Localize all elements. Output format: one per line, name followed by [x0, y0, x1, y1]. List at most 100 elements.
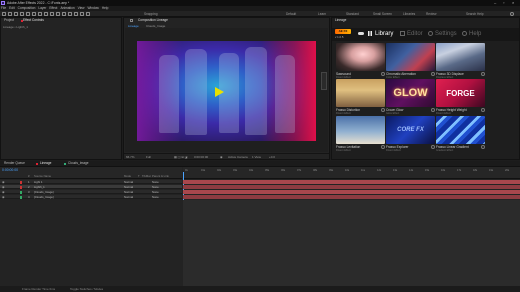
camera-tool-icon[interactable] [32, 12, 36, 16]
editor-icon [400, 31, 405, 36]
ruler-tick-label: 17s [457, 169, 462, 172]
layer-row[interactable]: ◉ 2 Lighth_1 Normal None [0, 185, 182, 189]
viewer-side-collapse[interactable] [321, 72, 327, 90]
download-icon[interactable] [481, 145, 485, 149]
effect-card-chromatic-aberration[interactable] [386, 43, 435, 71]
type-tool-icon[interactable] [56, 12, 60, 16]
pen-tool-icon[interactable] [50, 12, 54, 16]
theme-toggle[interactable] [358, 32, 364, 35]
tab-lineage[interactable]: Lineage [40, 161, 51, 166]
eraser-tool-icon[interactable] [74, 12, 78, 16]
hand-tool-icon[interactable] [14, 12, 18, 16]
effect-card-sawsound[interactable] [336, 43, 385, 71]
tab-library-lineage[interactable]: Lineage [335, 18, 346, 23]
brand-logo: AE FX [335, 29, 351, 34]
download-icon[interactable] [481, 108, 485, 112]
views-select[interactable]: 1 View [252, 154, 261, 160]
layer-track-bar[interactable] [183, 195, 520, 199]
effect-card-frasso-distortion[interactable] [336, 79, 385, 107]
layer-mode[interactable]: Normal [124, 195, 133, 199]
visibility-icon[interactable]: ◉ [2, 195, 4, 199]
shape-tool-icon[interactable] [44, 12, 48, 16]
layer-name[interactable]: Light 1 [34, 180, 42, 184]
camera-icon[interactable]: ◉ [220, 154, 223, 160]
layer-parent[interactable]: None [152, 190, 159, 194]
search-icon[interactable] [510, 12, 514, 16]
help-icon [462, 31, 467, 36]
layer-mode[interactable]: Normal [124, 190, 133, 194]
effect-card-frasso-height-weight[interactable]: FORGE [436, 79, 485, 107]
download-icon[interactable] [431, 145, 435, 149]
visibility-icon[interactable]: ◉ [2, 190, 4, 194]
visibility-icon[interactable]: ◉ [2, 185, 4, 189]
tab-effect-controls[interactable]: Effect Controls [23, 18, 44, 23]
card-subtitle: Distort Effect [336, 149, 351, 152]
download-icon[interactable] [381, 108, 385, 112]
layer-mode[interactable]: Normal [124, 185, 133, 189]
nav-help[interactable]: Help [469, 30, 481, 38]
col-trkmat: TrkMat [142, 174, 151, 178]
effect-card-frasso-3d-displace[interactable] [436, 43, 485, 71]
download-icon[interactable] [431, 108, 435, 112]
layer-name[interactable]: [Clouds_Image] [34, 190, 54, 194]
label-color[interactable] [20, 190, 22, 194]
layer-row[interactable]: ◉ 4 [Clouds_Image] Normal None [0, 195, 182, 199]
layer-row[interactable]: ◉ 3 [Clouds_Image] Normal None [0, 190, 182, 194]
zoom-tool-icon[interactable] [20, 12, 24, 16]
rotate-tool-icon[interactable] [26, 12, 30, 16]
pan-behind-tool-icon[interactable] [38, 12, 42, 16]
clone-stamp-tool-icon[interactable] [68, 12, 72, 16]
camera-select[interactable]: Active Camera [228, 154, 248, 160]
ruler-tick-label: 15s [425, 169, 430, 172]
layer-empty-area[interactable] [0, 200, 182, 286]
visibility-icon[interactable]: ◉ [2, 180, 4, 184]
toggle-switches-modes[interactable]: Toggle Switches / Modes [70, 286, 103, 292]
effect-card-frasso-levitation[interactable] [336, 116, 385, 144]
nav-settings[interactable]: Settings [435, 30, 457, 38]
download-icon[interactable] [381, 145, 385, 149]
library-grid-icon [368, 31, 373, 36]
layer-parent[interactable]: None [152, 195, 159, 199]
download-icon[interactable] [381, 72, 385, 76]
effect-card-frasso-linear-gradient[interactable] [436, 116, 485, 144]
composition-preview-image[interactable] [137, 41, 316, 141]
time-ruler[interactable]: 0s 01s 02s 03s 04s 05s 06s 07s 08s 09s 10s 11s 12s 13… [183, 167, 520, 179]
zoom-level[interactable]: 66.7% [126, 154, 135, 160]
label-color[interactable] [20, 185, 22, 189]
tab-render-queue[interactable]: Render Queue [4, 161, 25, 166]
lock-icon[interactable] [130, 19, 133, 22]
download-icon[interactable] [481, 72, 485, 76]
home-icon[interactable] [2, 12, 6, 16]
layer-track-bar[interactable] [183, 180, 520, 184]
layer-row[interactable]: ◉ 1 Light 1 Normal None [0, 180, 182, 184]
selection-tool-icon[interactable] [8, 12, 12, 16]
timeline-empty-area[interactable] [183, 200, 520, 286]
brush-tool-icon[interactable] [62, 12, 66, 16]
layer-parent[interactable]: None [152, 185, 159, 189]
nav-library[interactable]: Library [375, 30, 393, 38]
label-color[interactable] [20, 195, 22, 199]
timecode-display[interactable]: 0:00:00:00 [194, 154, 208, 160]
effect-card-crown-glow[interactable]: GLOW [386, 79, 435, 107]
puppet-tool-icon[interactable] [86, 12, 90, 16]
tab-clouds-image[interactable]: Clouds_Image [68, 161, 89, 166]
effect-card-frasso-explorer[interactable]: CORE FX [386, 116, 435, 144]
layer-name[interactable]: [Clouds_Image] [34, 195, 54, 199]
download-icon[interactable] [431, 72, 435, 76]
grid-toggle-icon[interactable]: ▦ ◫ ⊞ ◪ [174, 154, 188, 160]
layer-track-bar[interactable] [183, 190, 520, 194]
layer-number: 1 [28, 180, 30, 184]
roto-brush-tool-icon[interactable] [80, 12, 84, 16]
layer-mode[interactable]: Normal [124, 180, 133, 184]
layer-track-bar[interactable] [183, 185, 520, 189]
tab-composition[interactable]: Composition Lineage [138, 18, 168, 23]
resolution-select[interactable]: Full [146, 154, 151, 160]
layer-name[interactable]: Lighth_1 [34, 185, 45, 189]
exposure-value[interactable]: +0.0 [269, 154, 275, 160]
tab-project[interactable]: Project [4, 18, 14, 23]
label-color[interactable] [20, 180, 22, 184]
timeline-timecode[interactable]: 0:00:00:00 [2, 168, 18, 172]
layer-parent[interactable]: None [152, 180, 159, 184]
nav-editor[interactable]: Editor [407, 30, 423, 38]
frame-render-time: Frame Render Time 0ms [22, 287, 56, 291]
